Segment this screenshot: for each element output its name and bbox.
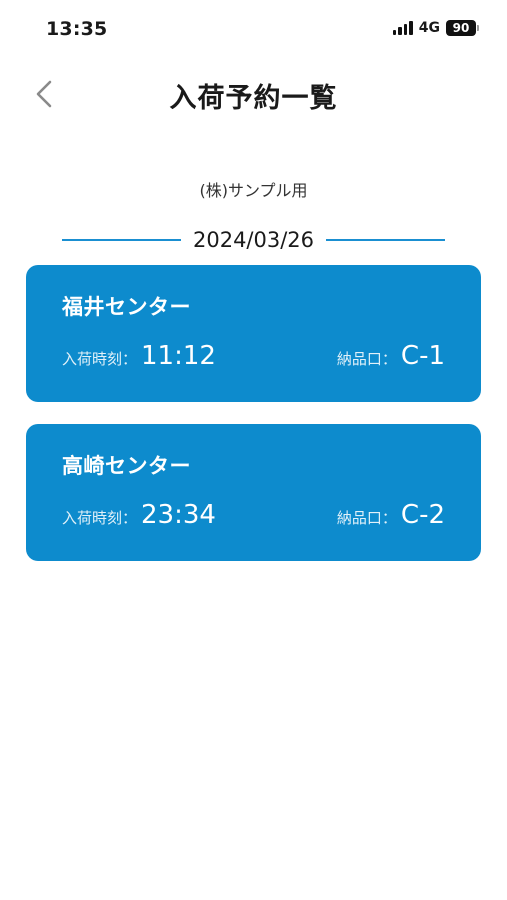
dock-value: C-2 [400,500,445,530]
dock-group: 納品口： C-1 [337,341,445,371]
dock-group: 納品口： C-2 [337,500,445,530]
arrival-time-value: 11:12 [141,341,216,371]
divider-line-left [62,239,181,241]
status-indicators: 4G 90 [392,20,479,36]
center-name: 高崎センター [62,454,191,478]
center-name: 福井センター [62,295,191,319]
arrival-time-group: 入荷時刻： 11:12 [62,341,216,371]
dock-value: C-1 [400,341,445,371]
battery-level: 90 [446,20,476,36]
reservation-card[interactable]: 高崎センター 入荷時刻： 23:34 納品口： C-2 [26,424,481,561]
date-divider: 2024/03/26 [62,225,446,255]
arrival-time-value: 23:34 [141,500,216,530]
date-label: 2024/03/26 [192,228,315,252]
reservation-card[interactable]: 福井センター 入荷時刻： 11:12 納品口： C-1 [26,265,481,402]
signal-icon [392,21,413,35]
dock-label: 納品口： [336,509,397,527]
battery-tip [477,25,479,31]
company-name: (株)サンプル用 [199,181,308,200]
battery-icon: 90 [446,20,479,36]
header: 入荷予約一覧 [0,62,507,126]
divider-line-right [326,239,446,241]
arrival-time-group: 入荷時刻： 23:34 [62,500,216,530]
page-title: 入荷予約一覧 [169,83,338,114]
card-details: 入荷時刻： 23:34 納品口： C-2 [62,500,445,540]
card-details: 入荷時刻： 11:12 納品口： C-1 [62,341,445,381]
screen: 13:35 4G 90 入荷予約一覧 (株)サンプル用 2024/03/26 福… [0,0,507,900]
arrival-time-label: 入荷時刻： [62,509,138,527]
status-bar: 13:35 4G 90 [0,0,507,56]
arrival-time-label: 入荷時刻： [62,350,138,368]
network-label: 4G [418,20,440,36]
status-time: 13:35 [46,18,108,40]
dock-label: 納品口： [336,350,397,368]
